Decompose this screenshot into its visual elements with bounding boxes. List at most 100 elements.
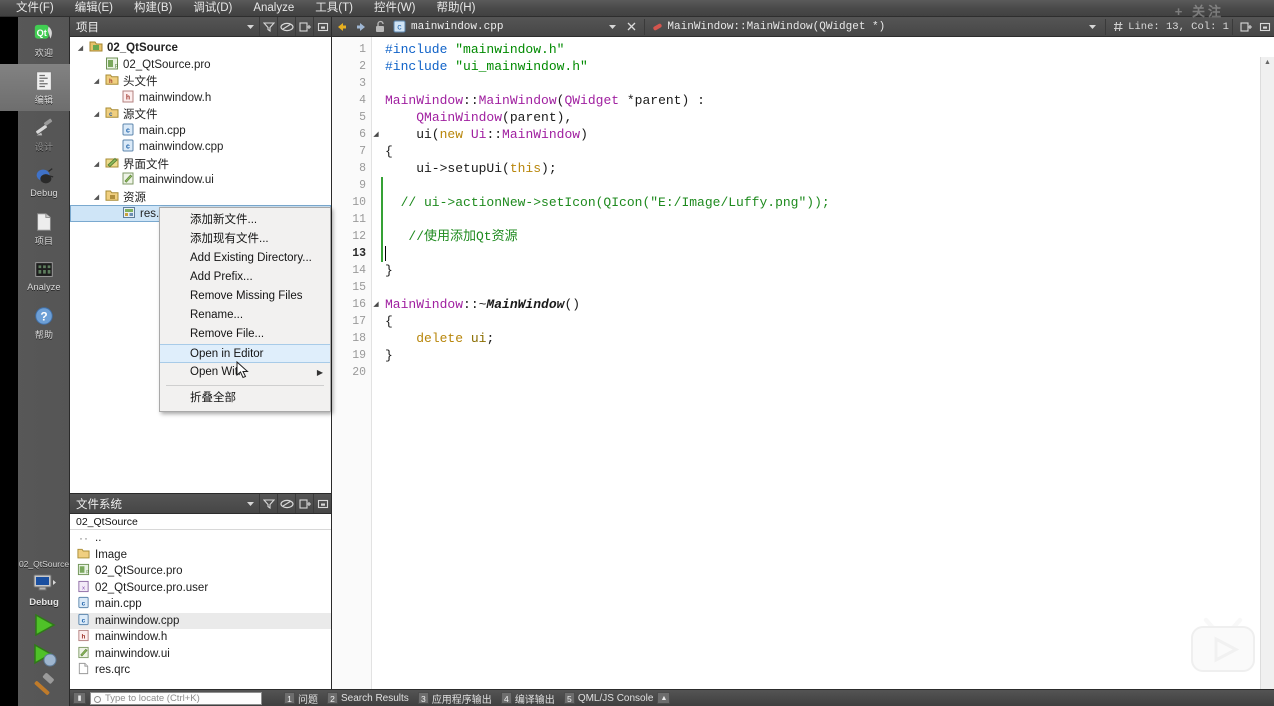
code-line-2[interactable]: #include "ui_mainwindow.h" [385, 58, 1274, 75]
menu-tools[interactable]: 工具(T) [313, 0, 355, 16]
filter-icon[interactable] [259, 494, 277, 513]
code-line-18[interactable]: delete ui; [385, 330, 1274, 347]
expand-arrow-icon[interactable]: ◢ [92, 193, 101, 201]
debug-button[interactable] [29, 642, 59, 668]
menu-help[interactable]: 帮助(H) [434, 0, 477, 16]
expand-arrow-icon[interactable]: ◢ [92, 110, 101, 118]
chevron-down-icon[interactable] [1083, 17, 1102, 36]
tree-item-node4[interactable]: ◢ c 源文件 [70, 106, 331, 123]
fs-item-.[interactable]: c main.cpp [70, 596, 331, 613]
menu-file[interactable]: 文件(F) [14, 0, 56, 16]
code-line-5[interactable]: QMainWindow(parent), [385, 109, 1274, 126]
minimize-icon[interactable] [313, 494, 331, 513]
code-line-8[interactable]: ui->setupUi(this); [385, 160, 1274, 177]
context-menu-item-4[interactable]: Remove Missing Files [160, 287, 330, 306]
sync-link-icon[interactable] [277, 494, 295, 513]
kit-selector[interactable]: 02_QtSource Debug [18, 559, 70, 698]
context-menu-item-1[interactable]: 添加现有文件... [160, 230, 330, 249]
close-split-icon[interactable] [1255, 17, 1274, 36]
tree-item-node9[interactable]: ◢ 资源 [70, 189, 331, 206]
build-button[interactable] [29, 672, 59, 698]
code-line-14[interactable]: } [385, 262, 1274, 279]
fs-item-ww.[interactable]: c mainwindow.cpp [70, 612, 331, 629]
code-line-7[interactable]: { [385, 143, 1274, 160]
menu-window[interactable]: 控件(W) [372, 0, 418, 16]
sidebar-toggle-icon[interactable]: ▮ [73, 692, 86, 704]
tree-item-.[interactable]: p 02_QtSource.pro [70, 57, 331, 74]
mode-item-编辑[interactable]: 编辑 [0, 64, 70, 111]
mode-item-analyze[interactable]: Analyze [0, 252, 70, 299]
code-line-9[interactable] [385, 177, 1274, 194]
filter-icon[interactable] [259, 17, 277, 36]
fs-item-..[interactable]: .. .. [70, 530, 331, 547]
split-icon[interactable] [295, 17, 313, 36]
context-menu[interactable]: 添加新文件... 添加现有文件... Add Existing Director… [159, 207, 331, 412]
fs-item-.[interactable]: res.qrc [70, 662, 331, 679]
context-menu-item-3[interactable]: Add Prefix... [160, 268, 330, 287]
unlock-icon[interactable] [370, 17, 389, 36]
split-icon[interactable] [295, 494, 313, 513]
menu-build[interactable]: 构建(B) [132, 0, 174, 16]
sync-link-icon[interactable] [277, 17, 295, 36]
code-editor[interactable]: 1 2 3 4 5 6 7 8 9 10 11 12 13 14 15 16 17 18 19 20 ◢ ◢ #incl… [332, 37, 1274, 706]
back-arrow-icon[interactable] [332, 17, 351, 36]
code-line-3[interactable] [385, 75, 1274, 92]
fs-item-.[interactable]: p 02_QtSource.pro [70, 563, 331, 580]
expand-arrow-icon[interactable]: ◢ [76, 44, 85, 52]
output-tab-4[interactable]: 4 编译输出 [500, 691, 555, 706]
code-line-1[interactable]: #include "mainwindow.h" [385, 41, 1274, 58]
fs-item-ww.[interactable]: mainwindow.ui [70, 646, 331, 663]
tree-item-.[interactable]: c main.cpp [70, 123, 331, 140]
tree-item-node0[interactable]: ◢ 02_QtSource [70, 40, 331, 57]
fs-item-row1[interactable]: Image [70, 547, 331, 564]
editor-scrollbar[interactable]: ▲ [1260, 57, 1274, 706]
code-line-11[interactable] [385, 211, 1274, 228]
code-line-10[interactable]: // ui->actionNew->setIcon(QIcon("E:/Imag… [385, 194, 1274, 211]
line-col-indicator[interactable]: Line: 13, Col: 1 [1128, 21, 1229, 33]
editor-file-chip[interactable]: c mainwindow.cpp [389, 20, 503, 33]
minimize-icon[interactable] [313, 17, 331, 36]
chevron-down-icon[interactable] [241, 494, 259, 513]
fs-item-ww.[interactable]: h mainwindow.h [70, 629, 331, 646]
kit-config-row[interactable] [31, 573, 57, 593]
tree-item-node2[interactable]: ◢ h 头文件 [70, 73, 331, 90]
context-menu-item-2[interactable]: Add Existing Directory... [160, 249, 330, 268]
close-x-icon[interactable] [622, 17, 641, 36]
mode-item-项目[interactable]: 项目 [0, 205, 70, 252]
tree-item-ww.[interactable]: c mainwindow.cpp [70, 139, 331, 156]
context-menu-item-collapse-all[interactable]: 折叠全部 [160, 389, 330, 408]
chevron-down-icon[interactable] [603, 17, 622, 36]
tree-item-ww.[interactable]: h mainwindow.h [70, 90, 331, 107]
mode-item-设计[interactable]: 设计 [0, 111, 70, 158]
tree-item-ww.[interactable]: mainwindow.ui [70, 172, 331, 189]
menu-analyze[interactable]: Analyze [251, 0, 296, 16]
split-icon[interactable] [1236, 17, 1255, 36]
code-line-19[interactable]: } [385, 347, 1274, 364]
code-line-16[interactable]: MainWindow::~MainWindow() [385, 296, 1274, 313]
code-text-area[interactable]: #include "mainwindow.h" #include "ui_main… [372, 37, 1274, 689]
context-menu-item-6[interactable]: Remove File... [160, 325, 330, 344]
editor-symbol-label[interactable]: MainWindow::MainWindow(QWidget *) [667, 21, 885, 33]
output-tab-5[interactable]: 5 QML/JS Console [563, 692, 653, 704]
context-menu-item-8[interactable]: Open With ▶ [160, 363, 330, 382]
context-menu-item-7[interactable]: Open in Editor [160, 344, 330, 363]
output-tab-1[interactable]: 1 问题 [284, 691, 318, 706]
mode-item-帮助[interactable]: ? 帮助 [0, 299, 70, 346]
code-line-20[interactable] [385, 364, 1274, 381]
context-menu-item-0[interactable]: 添加新文件... [160, 211, 330, 230]
code-line-13[interactable] [385, 245, 1274, 262]
forward-arrow-icon[interactable] [351, 17, 370, 36]
locator-input[interactable]: Type to locate (Ctrl+K) [90, 691, 262, 705]
code-line-12[interactable]: //使用添加Qt资源 [385, 228, 1274, 245]
code-line-4[interactable]: MainWindow::MainWindow(QWidget *parent) … [385, 92, 1274, 109]
expand-arrow-icon[interactable]: ◢ [92, 160, 101, 168]
mode-item-欢迎[interactable]: Qt 欢迎 [0, 17, 70, 64]
chevron-down-icon[interactable] [241, 17, 259, 36]
output-tab-3[interactable]: 3 应用程序输出 [417, 691, 492, 706]
mode-item-debug[interactable]: Debug [0, 158, 70, 205]
run-button[interactable] [29, 612, 59, 638]
context-menu-item-5[interactable]: Rename... [160, 306, 330, 325]
fs-item-..[interactable]: x 02_QtSource.pro.user [70, 580, 331, 597]
filesystem-list[interactable]: 02_QtSource .. .. Image p 02_QtSource.pr… [70, 514, 331, 689]
chevron-up-icon[interactable]: ▲ [657, 692, 671, 704]
